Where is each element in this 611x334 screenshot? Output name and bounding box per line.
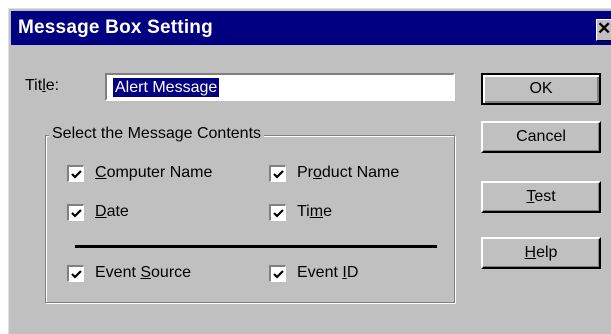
check-icon	[273, 209, 284, 218]
title-label: Title:	[25, 77, 60, 94]
label-product-name[interactable]: Product Name	[297, 164, 399, 182]
checkbox-product-name[interactable]	[269, 165, 286, 182]
checkbox-computer-name[interactable]	[67, 165, 84, 182]
dialog-title: Message Box Setting	[18, 17, 213, 38]
check-icon	[273, 170, 284, 179]
title-bar[interactable]: Message Box Setting ✕	[11, 11, 611, 45]
message-box-setting-dialog: Message Box Setting ✕ Title: Alert Messa…	[8, 8, 611, 334]
check-icon	[273, 270, 284, 279]
label-time[interactable]: Time	[297, 203, 332, 221]
group-legend: Select the Message Contents	[49, 125, 265, 143]
label-event-id[interactable]: Event ID	[297, 264, 358, 282]
test-button[interactable]: Test	[481, 181, 601, 213]
check-icon	[71, 209, 82, 218]
checkbox-date[interactable]	[67, 204, 84, 221]
label-event-source[interactable]: Event Source	[95, 264, 191, 282]
label-date[interactable]: Date	[95, 203, 129, 221]
title-input-value: Alert Message	[113, 78, 220, 97]
divider	[75, 245, 437, 248]
close-button[interactable]: ✕	[596, 19, 611, 41]
ok-button[interactable]: OK	[481, 73, 601, 105]
title-input[interactable]: Alert Message	[105, 73, 455, 101]
close-icon: ✕	[597, 19, 611, 38]
cancel-button[interactable]: Cancel	[481, 121, 601, 153]
label-computer-name[interactable]: Computer Name	[95, 164, 212, 182]
help-button[interactable]: Help	[481, 237, 601, 269]
checkbox-time[interactable]	[269, 204, 286, 221]
check-icon	[71, 270, 82, 279]
checkbox-event-source[interactable]	[67, 265, 84, 282]
checkbox-event-id[interactable]	[269, 265, 286, 282]
check-icon	[71, 170, 82, 179]
